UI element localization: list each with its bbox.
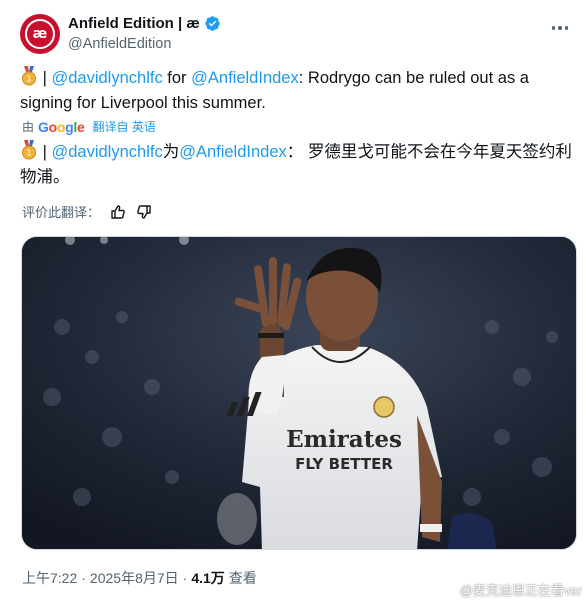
views-label: 查看: [228, 570, 257, 586]
avatar-logo: æ: [25, 19, 55, 49]
tweet-card: æ Anfield Edition | æ @AnfieldEdition 1 …: [0, 0, 586, 606]
translated-from-link[interactable]: 翻译自 英语: [93, 118, 156, 135]
tweet-time-link[interactable]: 上午7:22: [22, 568, 77, 588]
tweet-text: 1 | @davidlynchlfc for @AnfieldIndex: Ro…: [20, 66, 560, 116]
author-handle[interactable]: @AnfieldEdition: [68, 36, 171, 52]
rate-label: 评价此翻译：: [22, 205, 101, 220]
weibo-watermark: @麦克迪恩正在看var: [440, 580, 582, 599]
author-display-name[interactable]: Anfield Edition | æ: [68, 15, 200, 32]
views-count[interactable]: 4.1万: [191, 568, 224, 588]
word-for: 为: [162, 143, 180, 161]
svg-text:1: 1: [26, 149, 31, 158]
more-options-button[interactable]: [550, 18, 570, 38]
separator: |: [42, 143, 47, 161]
player-photo: Emirates FLY BETTER: [22, 237, 576, 549]
rate-translation-row: 评价此翻译：: [22, 202, 152, 221]
jersey-sponsor-text: Emirates: [286, 426, 402, 453]
verified-badge-icon: [204, 16, 220, 31]
thumbs-up-icon[interactable]: [110, 204, 126, 220]
more-dot-icon: [564, 26, 569, 30]
thumbs-down-icon[interactable]: [136, 204, 152, 220]
jersey-sponsor-subtext: FLY BETTER: [295, 455, 393, 473]
mention-outlet-link[interactable]: @AnfieldIndex: [191, 69, 299, 87]
watermark-text: @麦克迪恩正在看var: [459, 583, 582, 598]
tweet-photo[interactable]: Emirates FLY BETTER: [21, 236, 577, 550]
more-dot-icon: [551, 26, 556, 30]
translated-by-row: 由 Google 翻译自 英语: [22, 118, 156, 135]
meta-dot: ·: [182, 570, 188, 586]
mention-source-link[interactable]: @davidlynchlfc: [51, 143, 162, 161]
meta-dot: ·: [81, 570, 86, 586]
weibo-logo-icon: [440, 583, 456, 596]
google-logo: Google: [38, 118, 85, 135]
separator: |: [42, 69, 47, 87]
translated-text: 1 | @davidlynchlfc为@AnfieldIndex： 罗德里戈可能…: [20, 140, 575, 190]
medal-emoji-icon: 1: [22, 140, 36, 160]
avatar[interactable]: æ: [20, 14, 60, 54]
more-dot-icon: [558, 26, 562, 30]
mention-outlet-link[interactable]: @AnfieldIndex: [179, 143, 287, 161]
word-for: for: [167, 69, 187, 87]
svg-text:1: 1: [26, 75, 31, 84]
medal-emoji-icon: 1: [22, 66, 36, 86]
tweet-meta: 上午7:22 · 2025年8月7日 · 4.1万 查看: [22, 568, 257, 588]
tweet-date-link[interactable]: 2025年8月7日: [90, 568, 179, 588]
translated-by-label: 由: [22, 120, 35, 134]
author-name-row[interactable]: Anfield Edition | æ: [68, 15, 221, 32]
mention-source-link[interactable]: @davidlynchlfc: [51, 69, 162, 87]
